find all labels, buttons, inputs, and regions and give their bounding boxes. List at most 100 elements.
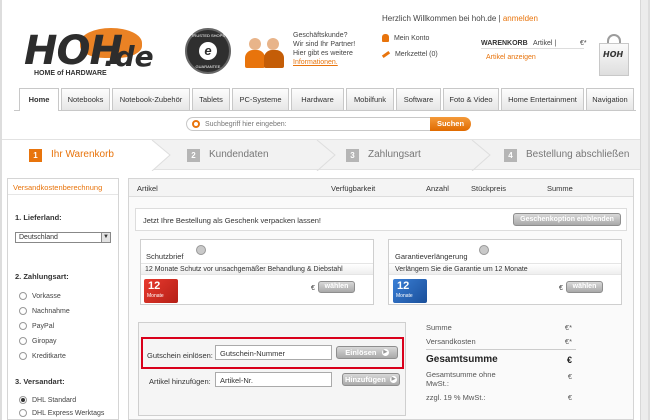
summary-shipping-value: €* [564,337,572,346]
radio-selected-icon [19,396,27,404]
nav-tab-home-entertainment[interactable]: Home Entertainment [501,88,584,110]
step-3-number: 3 [346,149,359,162]
payment-label: Nachnahme [32,307,70,315]
watchlist-link[interactable]: Merkzettel (0) [381,50,438,58]
payment-heading: 2. Zahlungsart: [15,272,69,281]
shipping-calculator: Versandkostenberechnung 1. Lieferland: D… [7,178,119,420]
page: Herzlich Willkommen bei hoh.de | anmelde… [2,0,648,420]
step-4-number: 4 [504,149,517,162]
warranty-price: € [559,285,563,292]
checkout-steps: 1 Ihr Warenkorb 2 Kundendaten 3 Zahlungs… [2,139,648,171]
trusted-shops-seal[interactable]: e TRUSTED SHOPS GUARANTEE [185,28,231,74]
summary-shipping-label: Versandkosten [426,337,476,346]
logo-subtitle: HOME of HARDWARE [34,70,107,77]
trust-guarantee-text: GUARANTEE [195,64,221,69]
my-account-label: Mein Konto [393,34,430,42]
col-availability: Verfügbarkeit [331,184,376,193]
search-button[interactable]: Suchen [430,117,471,131]
arrow-right-icon: ▶ [390,376,398,384]
search-input[interactable]: Suchbegriff hier eingeben: [186,117,431,131]
cart-widget: WARENKORB Artikel | €* Artikel anzeigen [477,34,587,72]
cart-label: WARENKORB [481,40,528,47]
protection-select-button[interactable]: wählen [318,281,355,293]
col-article: Artikel [137,184,158,193]
nav-tab-notebooks[interactable]: Notebooks [61,88,110,110]
sidebar-title: Versandkostenberechnung [13,183,103,192]
col-sum: Summe [547,184,573,193]
shipping-option-dhl-standard[interactable]: DHL Standard [19,396,76,404]
payment-label: Kreditkarte [32,352,66,360]
nav-tab-navigation[interactable]: Navigation [586,88,634,110]
payment-label: Giropay [32,337,57,345]
summary-sum-value: €* [564,323,572,332]
warranty-select-button[interactable]: wählen [566,281,603,293]
protection-plan-box: Schutzbrief 12 Monate Schutz vor unsachg… [140,239,374,305]
add-article-button[interactable]: Hinzufügen ▶ [342,373,400,386]
business-line-1: Geschäftskunde? [293,32,348,39]
voucher-label: Gutschein einlösen: [147,351,213,360]
radio-icon [19,307,27,315]
cart-total: €* [580,40,587,47]
nav-tab-home[interactable]: Home [19,88,59,111]
payment-option-giropay[interactable]: Giropay [19,337,57,345]
step-1-label: Ihr Warenkorb [51,149,114,160]
add-article-input[interactable]: Artikel-Nr. [215,372,332,387]
payment-option-prepayment[interactable]: Vorkasse [19,292,61,300]
pencil-icon [381,50,391,58]
shipping-option-dhl-express[interactable]: DHL Express Werktags [19,409,104,417]
warranty-pin-icon [479,245,489,255]
search-placeholder: Suchbegriff hier eingeben: [205,121,287,128]
logo[interactable]: HOH .de HOME of HARDWARE [20,22,170,80]
radio-icon [19,322,27,330]
summary-net-value: € [567,372,572,381]
welcome-label: Herzlich Willkommen bei hoh.de | [382,14,501,23]
scrollbar[interactable] [640,0,648,420]
cart-table-header: Artikel Verfügbarkeit Anzahl Stückpreis … [129,179,633,197]
warranty-desc: Verlängern Sie die Garantie um 12 Monate [395,266,528,273]
step-1-number: 1 [29,149,42,162]
payment-option-cod[interactable]: Nachnahme [19,307,70,315]
summary-divider [426,349,576,350]
nav-tab-hardware[interactable]: Hardware [291,88,344,110]
radio-icon [19,337,27,345]
shopping-bag-icon[interactable]: HOH [599,34,629,76]
step-4-label: Bestellung abschließen [526,149,630,160]
voucher-redeem-button[interactable]: Einlösen ▶ [336,346,398,359]
trust-e-icon: e [199,42,217,60]
nav-tab-software[interactable]: Software [396,88,441,110]
warranty-desc-bar: Verlängern Sie die Garantie um 12 Monate [389,263,621,275]
summary-net-label-line-2: MwSt.: [426,379,449,388]
voucher-redeem-label: Einlösen [345,348,377,357]
business-line-2: Wir sind Ihr Partner! [293,41,356,48]
nav-tab-pc-systems[interactable]: PC-Systeme [232,88,289,110]
shipping-heading: 3. Versandart: [15,377,65,386]
payment-option-paypal[interactable]: PayPal [19,322,54,330]
nav-tab-notebook-accessories[interactable]: Notebook-Zubehör [112,88,190,110]
cart-show-link[interactable]: Artikel anzeigen [486,54,536,61]
protection-pin-icon [196,245,206,255]
watchlist-label: Merkzettel (0) [394,51,438,58]
protection-desc: 12 Monate Schutz vor unsachgemäßer Behan… [145,266,343,273]
protection-price: € [311,285,315,292]
person-icon [382,34,389,42]
summary-vat-value: € [567,393,572,402]
my-account-link[interactable]: Mein Konto [382,34,429,42]
payment-label: PayPal [32,322,55,330]
business-info-link[interactable]: Informationen. [293,58,355,67]
country-select[interactable]: Deutschland ▼ [15,232,111,243]
sidebar-divider [8,194,118,195]
nav-tab-mobile[interactable]: Mobilfunk [346,88,394,110]
nav-tab-tablets[interactable]: Tablets [192,88,230,110]
gift-option-button[interactable]: Geschenkoption einblenden [513,213,621,226]
radio-icon [19,352,27,360]
voucher-input[interactable]: Gutschein-Nummer [215,345,332,360]
login-link[interactable]: anmelden [503,14,538,23]
protection-badge-text: Monate [147,293,164,299]
welcome-text: Herzlich Willkommen bei hoh.de | anmelde… [382,14,538,23]
nav-tab-photo-video[interactable]: Foto & Video [443,88,499,110]
payment-option-creditcard[interactable]: Kreditkarte [19,352,66,360]
protection-badge-num: 12 [148,280,161,292]
shipping-label: DHL Standard [32,396,77,404]
trust-seal-text: TRUSTED SHOPS [190,33,225,38]
warranty-title: Garantieverlängerung [395,252,468,261]
